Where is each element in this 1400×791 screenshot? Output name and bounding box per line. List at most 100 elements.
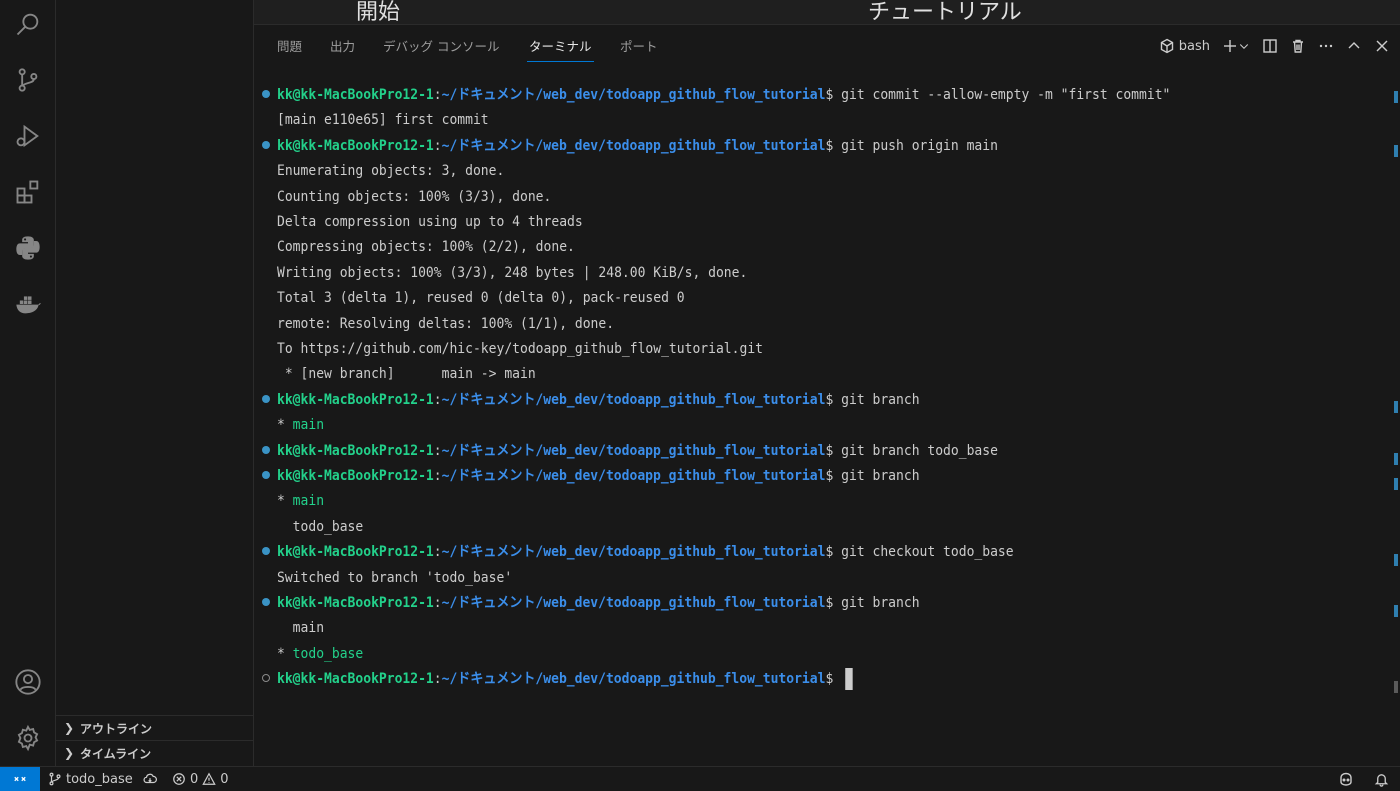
- prompt-path: ~/ドキュメント/web_dev/todoapp_github_flow_tut…: [441, 595, 826, 611]
- chevron-right-icon: ❯: [64, 721, 75, 735]
- terminal-output-line: Writing objects: 100% (3/3), 248 bytes |…: [277, 264, 748, 281]
- current-branch-marker: *: [277, 417, 293, 434]
- branch-list-item: * todo_base: [277, 642, 363, 667]
- command-status-icon[interactable]: [262, 471, 270, 479]
- notifications-button[interactable]: [1374, 767, 1389, 791]
- prompt-symbol: $: [825, 595, 834, 611]
- branch-name-text: main: [292, 620, 325, 637]
- split-terminal-button[interactable]: [1262, 38, 1278, 54]
- command-text: git branch: [833, 468, 920, 484]
- branch-indicator[interactable]: todo_base: [48, 767, 157, 791]
- account-icon[interactable]: [0, 658, 56, 706]
- prompt-user: kk@kk-MacBookPro12-1: [277, 595, 434, 611]
- extensions-icon[interactable]: [0, 168, 56, 216]
- tab-debug-console[interactable]: デバッグ コンソール: [383, 36, 499, 58]
- editor-tab-tutorial[interactable]: チュートリアル: [868, 0, 1022, 24]
- terminal-selector[interactable]: bash: [1159, 38, 1210, 54]
- ellipsis-icon: [1319, 44, 1333, 48]
- terminal-output-line: To https://github.com/hic-key/todoapp_gi…: [277, 341, 764, 357]
- terminal-output[interactable]: kk@kk-MacBookPro12-1:~/ドキュメント/web_dev/to…: [254, 81, 1384, 761]
- command-status-icon[interactable]: [262, 674, 270, 683]
- plus-icon: [1224, 40, 1236, 52]
- problems-indicator[interactable]: 0 0: [172, 767, 229, 791]
- branch-name-text: main: [292, 417, 325, 434]
- prompt-separator: :: [433, 468, 442, 484]
- command-status-icon[interactable]: [262, 90, 270, 98]
- settings-gear-icon[interactable]: [0, 714, 56, 762]
- cloud-sync-icon: [143, 773, 157, 784]
- split-icon: [1263, 39, 1277, 53]
- command-text: git push origin main: [833, 137, 998, 154]
- branch-list-item: * main: [277, 413, 324, 438]
- sidebar-section-outline[interactable]: ❯ アウトライン: [56, 715, 253, 740]
- prompt-symbol: $: [825, 442, 834, 459]
- source-control-icon[interactable]: [0, 56, 56, 104]
- panel-tabs: 問題 出力 デバッグ コンソール ターミナル ポート: [254, 25, 1154, 65]
- docker-icon[interactable]: [0, 280, 56, 328]
- prompt-separator: :: [433, 544, 442, 561]
- panel: 問題 出力 デバッグ コンソール ターミナル ポート bash kk@kk-Ma: [254, 24, 1400, 766]
- remote-indicator[interactable]: [0, 767, 40, 791]
- error-count: 0: [190, 771, 199, 787]
- run-debug-icon[interactable]: [0, 112, 56, 160]
- prompt-user: kk@kk-MacBookPro12-1: [277, 544, 434, 561]
- python-icon[interactable]: [0, 224, 56, 272]
- command-status-icon[interactable]: [262, 547, 270, 556]
- command-status-icon[interactable]: [262, 598, 270, 606]
- command-status-icon[interactable]: [262, 445, 270, 454]
- editor-tab-start[interactable]: 開始: [356, 0, 400, 24]
- branch-list-item: todo_base: [277, 515, 364, 540]
- command-status-icon[interactable]: [262, 394, 270, 403]
- kill-terminal-button[interactable]: [1290, 38, 1306, 54]
- terminal-scrollbar[interactable]: [1388, 81, 1400, 761]
- prompt-path: ~/ドキュメント/web_dev/todoapp_github_flow_tut…: [441, 87, 826, 103]
- sidebar-section-timeline[interactable]: ❯ タイムライン: [56, 740, 253, 765]
- sidebar-section-label: タイムライン: [80, 746, 152, 761]
- tab-problems[interactable]: 問題: [277, 36, 302, 58]
- prompt-user: kk@kk-MacBookPro12-1: [277, 391, 434, 408]
- terminal-command-line: kk@kk-MacBookPro12-1:~/ドキュメント/web_dev/to…: [277, 540, 1014, 565]
- search-icon[interactable]: [0, 0, 56, 48]
- warning-icon: [202, 772, 216, 785]
- terminal-output-line: remote: Resolving deltas: 100% (1/1), do…: [277, 315, 615, 332]
- terminal-command-line: kk@kk-MacBookPro12-1:~/ドキュメント/web_dev/to…: [277, 134, 998, 159]
- bell-icon: [1374, 773, 1389, 787]
- terminal-output-line: Compressing objects: 100% (2/2), done.: [277, 239, 575, 256]
- close-panel-button[interactable]: [1374, 38, 1390, 54]
- prompt-separator: :: [433, 137, 442, 154]
- prompt-path: ~/ドキュメント/web_dev/todoapp_github_flow_tut…: [441, 442, 826, 459]
- tab-terminal[interactable]: ターミナル: [527, 36, 594, 62]
- current-branch-marker: [277, 519, 293, 535]
- scroll-marker: [1394, 681, 1398, 693]
- branch-list-item: * main: [277, 489, 324, 514]
- current-branch-marker: [277, 620, 293, 636]
- sidebar: ❯ アウトライン ❯ タイムライン: [56, 0, 254, 766]
- command-text: git branch: [833, 595, 920, 611]
- tab-ports[interactable]: ポート: [620, 36, 658, 58]
- prompt-symbol: $: [825, 468, 834, 484]
- scroll-marker: [1394, 453, 1398, 465]
- command-text: git branch todo_base: [833, 442, 998, 459]
- terminal-command-line: kk@kk-MacBookPro12-1:~/ドキュメント/web_dev/to…: [277, 667, 853, 692]
- panel-actions: bash: [1159, 35, 1390, 57]
- tab-output[interactable]: 出力: [330, 36, 355, 58]
- command-status-icon[interactable]: [262, 140, 270, 149]
- chevron-right-icon: ❯: [64, 746, 75, 760]
- terminal-output-line: * [new branch] main -> main: [277, 366, 536, 383]
- terminal-output-line: Delta compression using up to 4 threads: [277, 214, 583, 230]
- terminal-command-line: kk@kk-MacBookPro12-1:~/ドキュメント/web_dev/to…: [277, 439, 998, 464]
- prompt-separator: :: [433, 595, 442, 611]
- copilot-button[interactable]: [1338, 767, 1354, 791]
- more-actions-button[interactable]: [1318, 38, 1334, 54]
- copilot-icon: [1340, 772, 1352, 786]
- activity-bar: [0, 0, 56, 766]
- editor-area: 開始 チュートリアル: [254, 0, 1400, 24]
- maximize-panel-button[interactable]: [1346, 38, 1362, 54]
- command-text: [833, 671, 841, 687]
- terminal-command-line: kk@kk-MacBookPro12-1:~/ドキュメント/web_dev/to…: [277, 83, 1170, 108]
- current-branch-marker: *: [277, 493, 293, 510]
- terminal-output-line: Counting objects: 100% (3/3), done.: [277, 188, 552, 205]
- terminal-command-line: kk@kk-MacBookPro12-1:~/ドキュメント/web_dev/to…: [277, 388, 920, 413]
- new-terminal-button[interactable]: [1222, 38, 1250, 54]
- branch-name: todo_base: [66, 771, 133, 787]
